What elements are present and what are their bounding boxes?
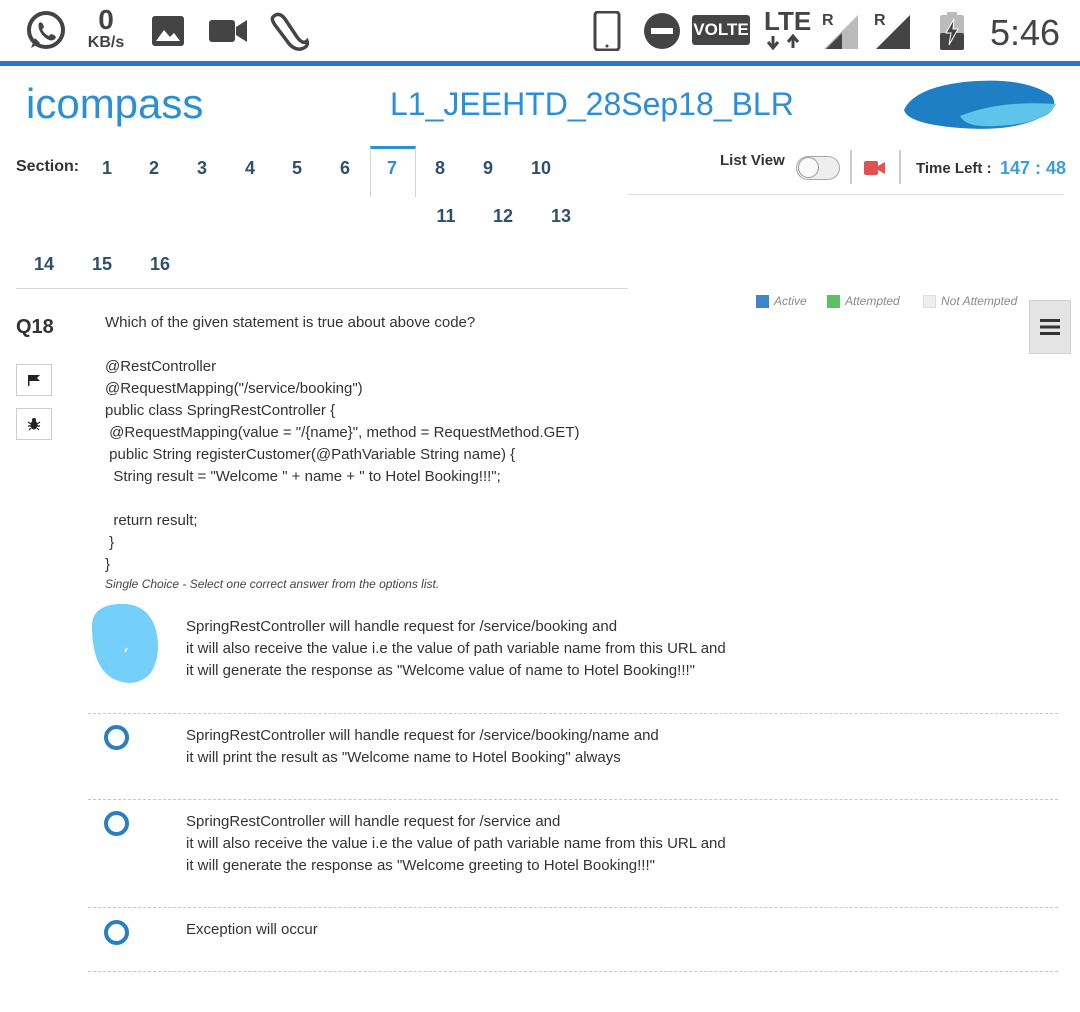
- question-text: Which of the given statement is true abo…: [105, 314, 580, 573]
- do-not-disturb-icon: [642, 8, 682, 54]
- option-2-radio[interactable]: [104, 725, 129, 750]
- video-camera-icon[interactable]: [864, 160, 886, 181]
- list-view-toggle[interactable]: [796, 156, 840, 180]
- section-tab-5[interactable]: 5: [275, 158, 319, 179]
- answer-hint: Single Choice - Select one correct answe…: [105, 577, 440, 591]
- volte-badge: VOLTE: [692, 15, 750, 45]
- toggle-knob: [798, 157, 819, 178]
- app-logo: icompass: [26, 80, 204, 127]
- section-tab-11[interactable]: 11: [424, 206, 468, 227]
- active-swatch: [756, 294, 769, 308]
- section-tab-13[interactable]: 13: [539, 206, 583, 227]
- option-1[interactable]: SpringRestController will handle request…: [186, 616, 726, 682]
- status-bar: 0 KB/s VOLTE LTE R R 5:46: [0, 0, 1080, 62]
- battery-icon: [938, 8, 966, 54]
- not-attempted-swatch: [923, 294, 936, 308]
- selected-option-radio[interactable]: [88, 603, 160, 689]
- section-tab-10[interactable]: 10: [519, 158, 563, 179]
- status-bar-divider: [0, 61, 1080, 66]
- time-left-label: Time Left :: [916, 160, 992, 177]
- phone-icon: [592, 8, 622, 54]
- option-divider: [88, 713, 1058, 714]
- page-title: L1_JEEHTD_28Sep18_BLR: [390, 86, 794, 122]
- roaming-indicator: R: [874, 12, 886, 29]
- report-bug-button[interactable]: [16, 408, 52, 440]
- option-3-radio[interactable]: [104, 811, 129, 836]
- option-4-radio[interactable]: [104, 920, 129, 945]
- whatsapp-icon: [24, 8, 68, 54]
- section-tab-6[interactable]: 6: [323, 158, 367, 179]
- section-divider: [16, 288, 628, 289]
- attempted-swatch: [827, 294, 840, 308]
- lte-indicator: LTE: [764, 8, 811, 50]
- section-tab-9[interactable]: 9: [466, 158, 510, 179]
- legend-attempted: Attempted: [827, 294, 900, 308]
- option-4[interactable]: Exception will occur: [186, 919, 318, 941]
- divider: [850, 150, 852, 184]
- option-divider: [88, 907, 1058, 908]
- roaming-indicator: R: [822, 12, 834, 29]
- header-divider: [628, 194, 1064, 195]
- footprint-icon: [268, 8, 312, 54]
- section-tab-15[interactable]: 15: [80, 254, 124, 275]
- option-2[interactable]: SpringRestController will handle request…: [186, 725, 659, 769]
- divider: [899, 150, 901, 184]
- section-tab-16[interactable]: 16: [138, 254, 182, 275]
- question-number: Q18: [16, 316, 54, 338]
- network-speed: 0 KB/s: [87, 4, 125, 51]
- section-tab-1[interactable]: 1: [85, 158, 129, 179]
- option-3[interactable]: SpringRestController will handle request…: [186, 811, 726, 877]
- video-camera-icon: [208, 8, 248, 54]
- flag-button[interactable]: [16, 364, 52, 396]
- flag-icon: [28, 375, 40, 386]
- option-divider: [88, 799, 1058, 800]
- section-tab-2[interactable]: 2: [132, 158, 176, 179]
- section-tab-12[interactable]: 12: [481, 206, 525, 227]
- section-label: Section:: [16, 158, 80, 175]
- hamburger-icon: [1040, 319, 1060, 335]
- time-left-value: 147 : 48: [1000, 158, 1067, 178]
- menu-button[interactable]: [1029, 300, 1071, 354]
- legend-not-attempted: Not Attempted: [923, 294, 1017, 308]
- clock: 5:46: [990, 12, 1061, 53]
- bug-icon: [27, 418, 41, 431]
- section-tab-8[interactable]: 8: [418, 158, 462, 179]
- section-tab-3[interactable]: 3: [180, 158, 224, 179]
- list-view-label: List View: [720, 152, 785, 169]
- section-tab-7[interactable]: 7: [370, 158, 414, 179]
- brand-logo-icon: [900, 76, 1060, 137]
- image-icon: [150, 8, 186, 54]
- section-tab-14[interactable]: 14: [22, 254, 66, 275]
- option-divider: [88, 971, 1058, 972]
- legend-active: Active: [756, 294, 807, 308]
- section-tab-4[interactable]: 4: [228, 158, 272, 179]
